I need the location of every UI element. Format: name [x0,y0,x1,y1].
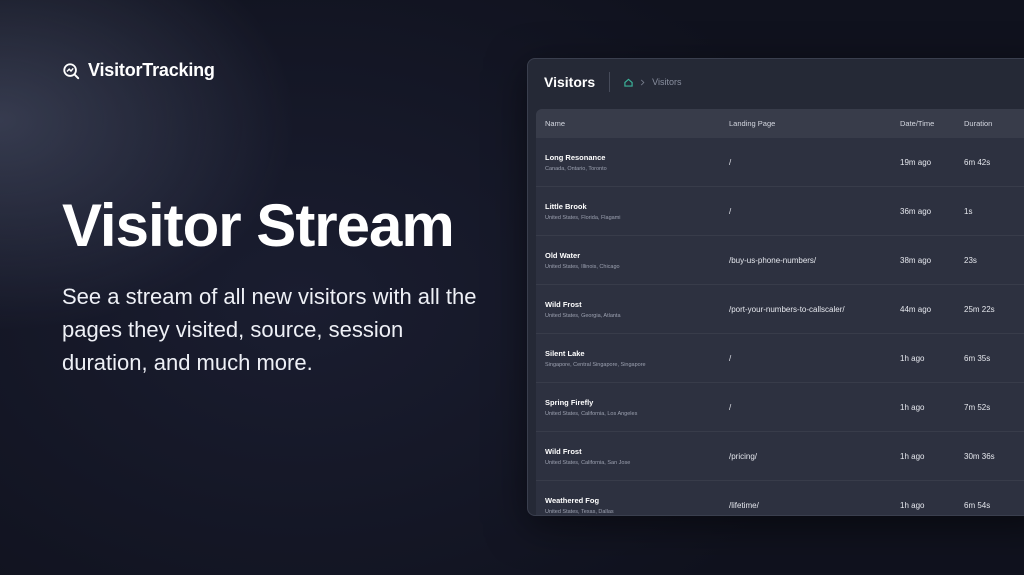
visit-time: 36m ago [900,206,932,216]
panel-title: Visitors [544,74,596,90]
home-icon[interactable] [624,78,633,87]
visit-duration: 23s [964,255,977,265]
visitors-table: Name Landing Page Date/Time Duration Lon… [536,109,1024,515]
table-row[interactable]: Silent Lake Singapore, Central Singapore… [536,333,1024,382]
visitor-location: United States, Georgia, Atlanta [545,312,621,319]
visitor-name[interactable]: Weathered Fog [545,496,729,505]
visitor-location: Canada, Ontario, Toronto [545,165,607,172]
visitor-name[interactable]: Spring Firefly [545,398,729,407]
visitor-location: United States, Florida, Flagami [545,214,621,221]
visit-time: 1h ago [900,402,925,412]
visitor-name[interactable]: Old Water [545,251,729,260]
brand-name: VisitorTracking [88,60,215,80]
breadcrumb-current[interactable]: Visitors [652,77,681,87]
visit-time: 1h ago [900,353,925,363]
landing-page: /buy-us-phone-numbers/ [729,255,817,265]
brand-logo: VisitorTracking [62,60,215,81]
visitor-cell: Old Water United States, Illinois, Chica… [536,251,729,270]
visit-time: 19m ago [900,157,932,167]
visitor-name[interactable]: Long Resonance [545,153,729,162]
panel-header: Visitors Visitors [528,59,1024,105]
visit-duration: 6m 42s [964,157,991,167]
hero-title: Visitor Stream [62,192,455,259]
landing-page: / [729,157,732,167]
chevron-right-icon [640,79,645,85]
visitor-cell: Silent Lake Singapore, Central Singapore… [536,349,729,368]
visit-duration: 6m 54s [964,500,991,510]
visitor-cell: Wild Frost United States, Georgia, Atlan… [536,300,729,319]
table-row[interactable]: Long Resonance Canada, Ontario, Toronto … [536,137,1024,186]
visitor-name[interactable]: Silent Lake [545,349,729,358]
landing-page: / [729,353,732,363]
breadcrumb: Visitors [624,77,681,87]
table-row[interactable]: Wild Frost United States, Georgia, Atlan… [536,284,1024,333]
header-divider [609,72,611,92]
visitor-cell: Spring Firefly United States, California… [536,398,729,417]
table-row[interactable]: Little Brook United States, Florida, Fla… [536,186,1024,235]
visitor-location: United States, Texas, Dallas [545,508,614,515]
visit-time: 1h ago [900,451,925,461]
visitor-name[interactable]: Wild Frost [545,447,729,456]
chart-magnifier-icon [63,62,80,79]
visit-duration: 6m 35s [964,353,991,363]
table-row[interactable]: Old Water United States, Illinois, Chica… [536,235,1024,284]
table-header: Name Landing Page Date/Time Duration [536,109,1024,137]
column-header-landing-page[interactable]: Landing Page [729,119,900,128]
visitors-panel: Visitors Visitors Name Landing Page Date… [527,58,1024,516]
visitor-location: United States, California, San Jose [545,459,631,466]
visitor-cell: Long Resonance Canada, Ontario, Toronto [536,153,729,172]
landing-page: / [729,402,732,412]
visitor-location: United States, Illinois, Chicago [545,263,620,270]
visitor-cell: Weathered Fog United States, Texas, Dall… [536,496,729,515]
visitor-location: United States, California, Los Angeles [545,410,638,417]
visit-time: 38m ago [900,255,932,265]
column-header-name[interactable]: Name [536,119,729,128]
landing-page: /port-your-numbers-to-callscaler/ [729,304,845,314]
visit-duration: 1s [964,206,973,216]
landing-page: /lifetime/ [729,500,759,510]
visit-time: 44m ago [900,304,932,314]
landing-page: / [729,206,732,216]
column-header-date-time[interactable]: Date/Time [900,119,964,128]
landing-page: /pricing/ [729,451,758,461]
column-header-duration[interactable]: Duration [964,119,1024,128]
visit-duration: 30m 36s [964,451,995,461]
visitor-cell: Wild Frost United States, California, Sa… [536,447,729,466]
visit-duration: 7m 52s [964,402,991,412]
visitor-location: Singapore, Central Singapore, Singapore [545,361,646,368]
visit-duration: 25m 22s [964,304,995,314]
visit-time: 1h ago [900,500,925,510]
visitor-name[interactable]: Wild Frost [545,300,729,309]
hero-description: See a stream of all new visitors with al… [62,284,477,375]
table-row[interactable]: Wild Frost United States, California, Sa… [536,431,1024,480]
visitor-name[interactable]: Little Brook [545,202,729,211]
visitor-cell: Little Brook United States, Florida, Fla… [536,202,729,221]
table-row[interactable]: Spring Firefly United States, California… [536,382,1024,431]
table-row[interactable]: Weathered Fog United States, Texas, Dall… [536,480,1024,515]
